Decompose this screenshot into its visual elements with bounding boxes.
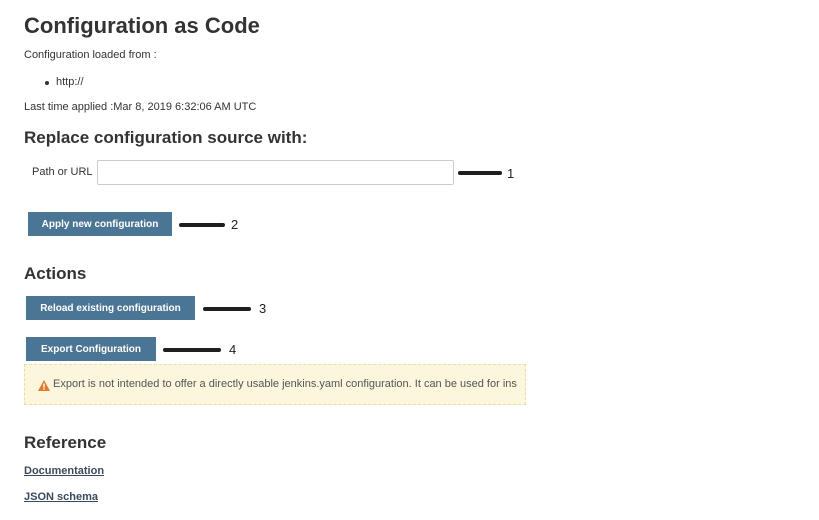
loaded-from-label: Configuration loaded from : [24, 49, 157, 61]
annotation-line-3 [203, 307, 251, 311]
source-list-item: http:// [56, 76, 84, 88]
annotation-number-3: 3 [259, 301, 267, 316]
annotation-line-2 [179, 223, 225, 227]
list-bullet [45, 81, 49, 85]
path-label: Path or URL [32, 166, 93, 178]
json-schema-link[interactable]: JSON schema [24, 491, 98, 503]
warning-icon [38, 380, 50, 391]
annotation-number-2: 2 [231, 217, 239, 232]
export-warning-box: Export is not intended to offer a direct… [24, 364, 526, 405]
annotation-number-1: 1 [507, 166, 515, 181]
path-url-input[interactable] [97, 160, 454, 185]
annotation-line-1 [458, 171, 502, 175]
export-warning-text: Export is not intended to offer a direct… [53, 378, 517, 390]
annotation-line-4 [163, 348, 221, 352]
apply-configuration-button[interactable]: Apply new configuration [28, 212, 172, 236]
annotation-number-4: 4 [229, 342, 237, 357]
reload-configuration-button[interactable]: Reload existing configuration [26, 296, 195, 320]
reference-heading: Reference [24, 433, 107, 452]
replace-source-heading: Replace configuration source with: [24, 128, 308, 147]
export-configuration-button[interactable]: Export Configuration [26, 337, 156, 361]
actions-heading: Actions [24, 264, 87, 283]
page-title: Configuration as Code [24, 13, 260, 38]
documentation-link[interactable]: Documentation [24, 465, 104, 477]
last-applied-text: Last time applied :Mar 8, 2019 6:32:06 A… [24, 101, 257, 113]
